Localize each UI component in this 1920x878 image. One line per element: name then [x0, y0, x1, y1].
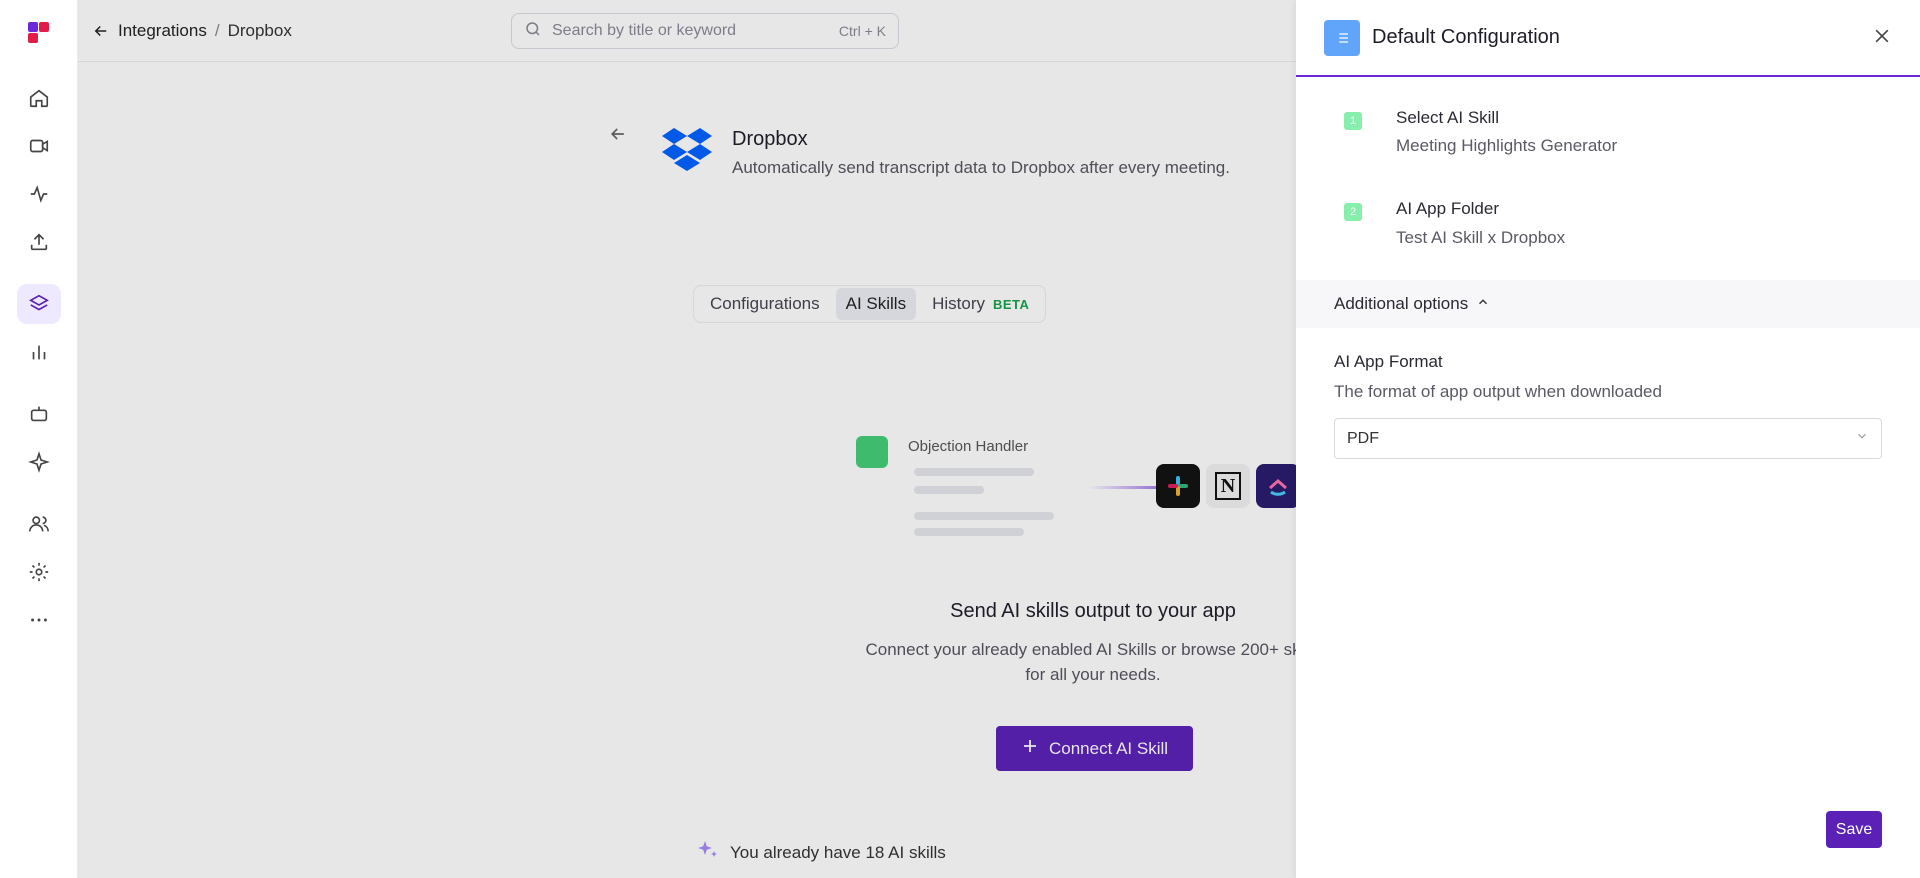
step-number-badge: 2	[1344, 203, 1362, 221]
more-icon[interactable]	[17, 600, 61, 640]
skeleton-line	[914, 486, 984, 494]
sparkle-icon[interactable]	[17, 442, 61, 482]
list-icon	[1324, 19, 1360, 56]
gear-icon[interactable]	[17, 552, 61, 592]
search-shortcut: Ctrl + K	[838, 23, 886, 39]
empty-state-title: Send AI skills output to your app	[950, 600, 1236, 622]
integration-tabs: Configurations AI Skills History BETA	[693, 285, 1047, 323]
format-select-value: PDF	[1347, 429, 1379, 447]
skills-count-text: You already have 18 AI skills	[730, 842, 946, 862]
connect-button-label: Connect AI Skill	[1048, 738, 1169, 758]
empty-state-description: Connect your already enabled AI Skills o…	[865, 640, 1321, 684]
clickup-icon	[1256, 464, 1300, 508]
drawer-title: Default Configuration	[1372, 26, 1560, 48]
home-icon[interactable]	[17, 78, 61, 118]
additional-options-label: Additional options	[1334, 294, 1469, 313]
app-logo[interactable]	[24, 18, 54, 48]
slack-icon	[1156, 464, 1200, 508]
skeleton-line	[914, 468, 1034, 476]
skeleton-line	[914, 512, 1054, 520]
close-icon[interactable]	[1872, 26, 1892, 51]
breadcrumb-separator: /	[214, 20, 220, 40]
upload-icon[interactable]	[17, 222, 61, 262]
format-field-label: AI App Format	[1334, 352, 1443, 371]
notion-icon: N	[1206, 464, 1250, 508]
integration-description: Automatically send transcript data to Dr…	[732, 158, 1230, 177]
step-label: AI App Folder	[1396, 199, 1500, 218]
integration-title: Dropbox	[732, 128, 808, 150]
format-select[interactable]: PDF	[1334, 418, 1882, 459]
sparkles-icon	[696, 838, 720, 867]
chevron-up-icon	[1476, 294, 1490, 314]
save-button[interactable]: Save	[1826, 811, 1882, 848]
step-value: Meeting Highlights Generator	[1396, 136, 1618, 155]
search-icon	[524, 20, 542, 43]
step-number-badge: 1	[1344, 112, 1362, 130]
chevron-down-icon	[1855, 429, 1869, 448]
breadcrumb: Integrations / Dropbox	[92, 21, 292, 41]
tab-ai-skills[interactable]: AI Skills	[835, 288, 917, 320]
plus-icon	[1021, 737, 1039, 760]
additional-options-toggle[interactable]: Additional options	[1296, 280, 1920, 328]
video-icon[interactable]	[17, 126, 61, 166]
app-root: Integrations / Dropbox Search by title o…	[0, 0, 1920, 878]
step-value: Test AI Skill x Dropbox	[1396, 228, 1566, 247]
connector-line	[1088, 486, 1158, 489]
back-arrow-icon[interactable]	[92, 22, 110, 40]
skill-card-icon	[856, 436, 888, 468]
bar-chart-icon[interactable]	[17, 332, 61, 372]
search-input[interactable]: Search by title or keyword Ctrl + K	[511, 13, 899, 49]
integration-header: Dropbox Automatically send transcript da…	[608, 118, 1343, 208]
users-icon[interactable]	[17, 504, 61, 544]
dropbox-logo-icon	[660, 126, 714, 181]
drawer-header: Default Configuration	[1296, 0, 1920, 77]
skill-card-title: Objection Handler	[908, 438, 1029, 455]
breadcrumb-current: Dropbox	[227, 20, 292, 40]
left-nav-rail	[0, 0, 78, 878]
back-arrow-icon[interactable]	[608, 124, 628, 149]
skeleton-line	[914, 528, 1024, 536]
tab-history-label: History	[932, 294, 985, 313]
layers-icon[interactable]	[16, 284, 61, 324]
bot-icon[interactable]	[17, 394, 61, 434]
format-field-description: The format of app output when downloaded	[1334, 382, 1662, 401]
tab-configurations[interactable]: Configurations	[700, 288, 830, 320]
skills-count-note: You already have 18 AI skills	[696, 838, 946, 867]
integration-illustration: Objection Handler N	[856, 432, 1356, 562]
connect-ai-skill-button[interactable]: Connect AI Skill	[996, 726, 1193, 771]
step-label: Select AI Skill	[1396, 108, 1499, 127]
search-placeholder: Search by title or keyword	[552, 22, 737, 39]
tab-history[interactable]: History BETA	[922, 288, 1039, 320]
breadcrumb-parent[interactable]: Integrations	[118, 21, 207, 41]
activity-icon[interactable]	[17, 174, 61, 214]
default-configuration-drawer: Default Configuration 1 Select AI Skill …	[1296, 0, 1920, 878]
beta-badge: BETA	[993, 297, 1030, 312]
